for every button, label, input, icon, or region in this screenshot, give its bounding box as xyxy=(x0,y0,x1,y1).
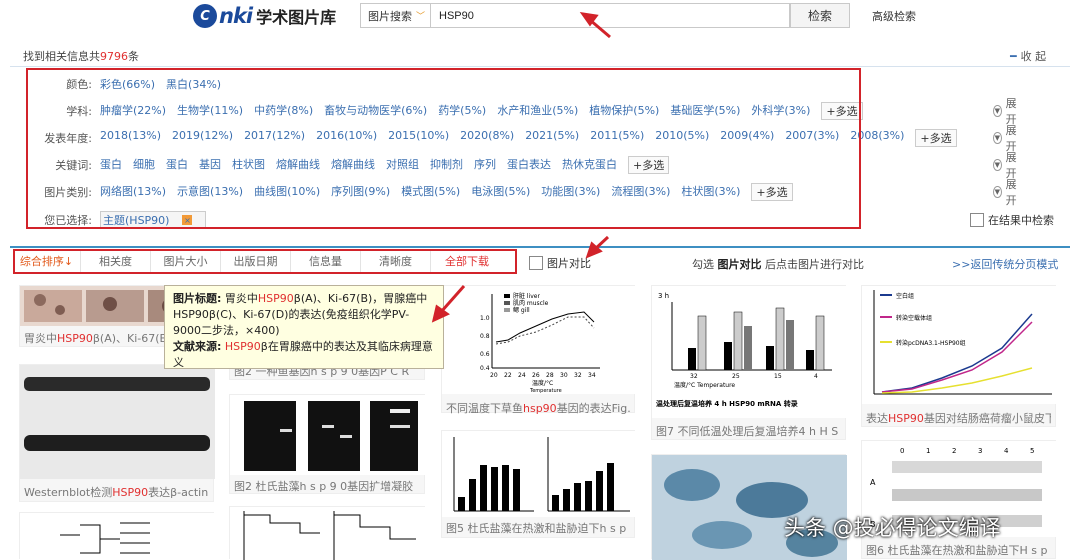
arrow-icon xyxy=(589,18,611,39)
arrow-icon xyxy=(439,285,466,313)
annotation-arrows xyxy=(431,11,611,323)
watermark: 头条 @投必得论文编译 xyxy=(784,516,1001,540)
